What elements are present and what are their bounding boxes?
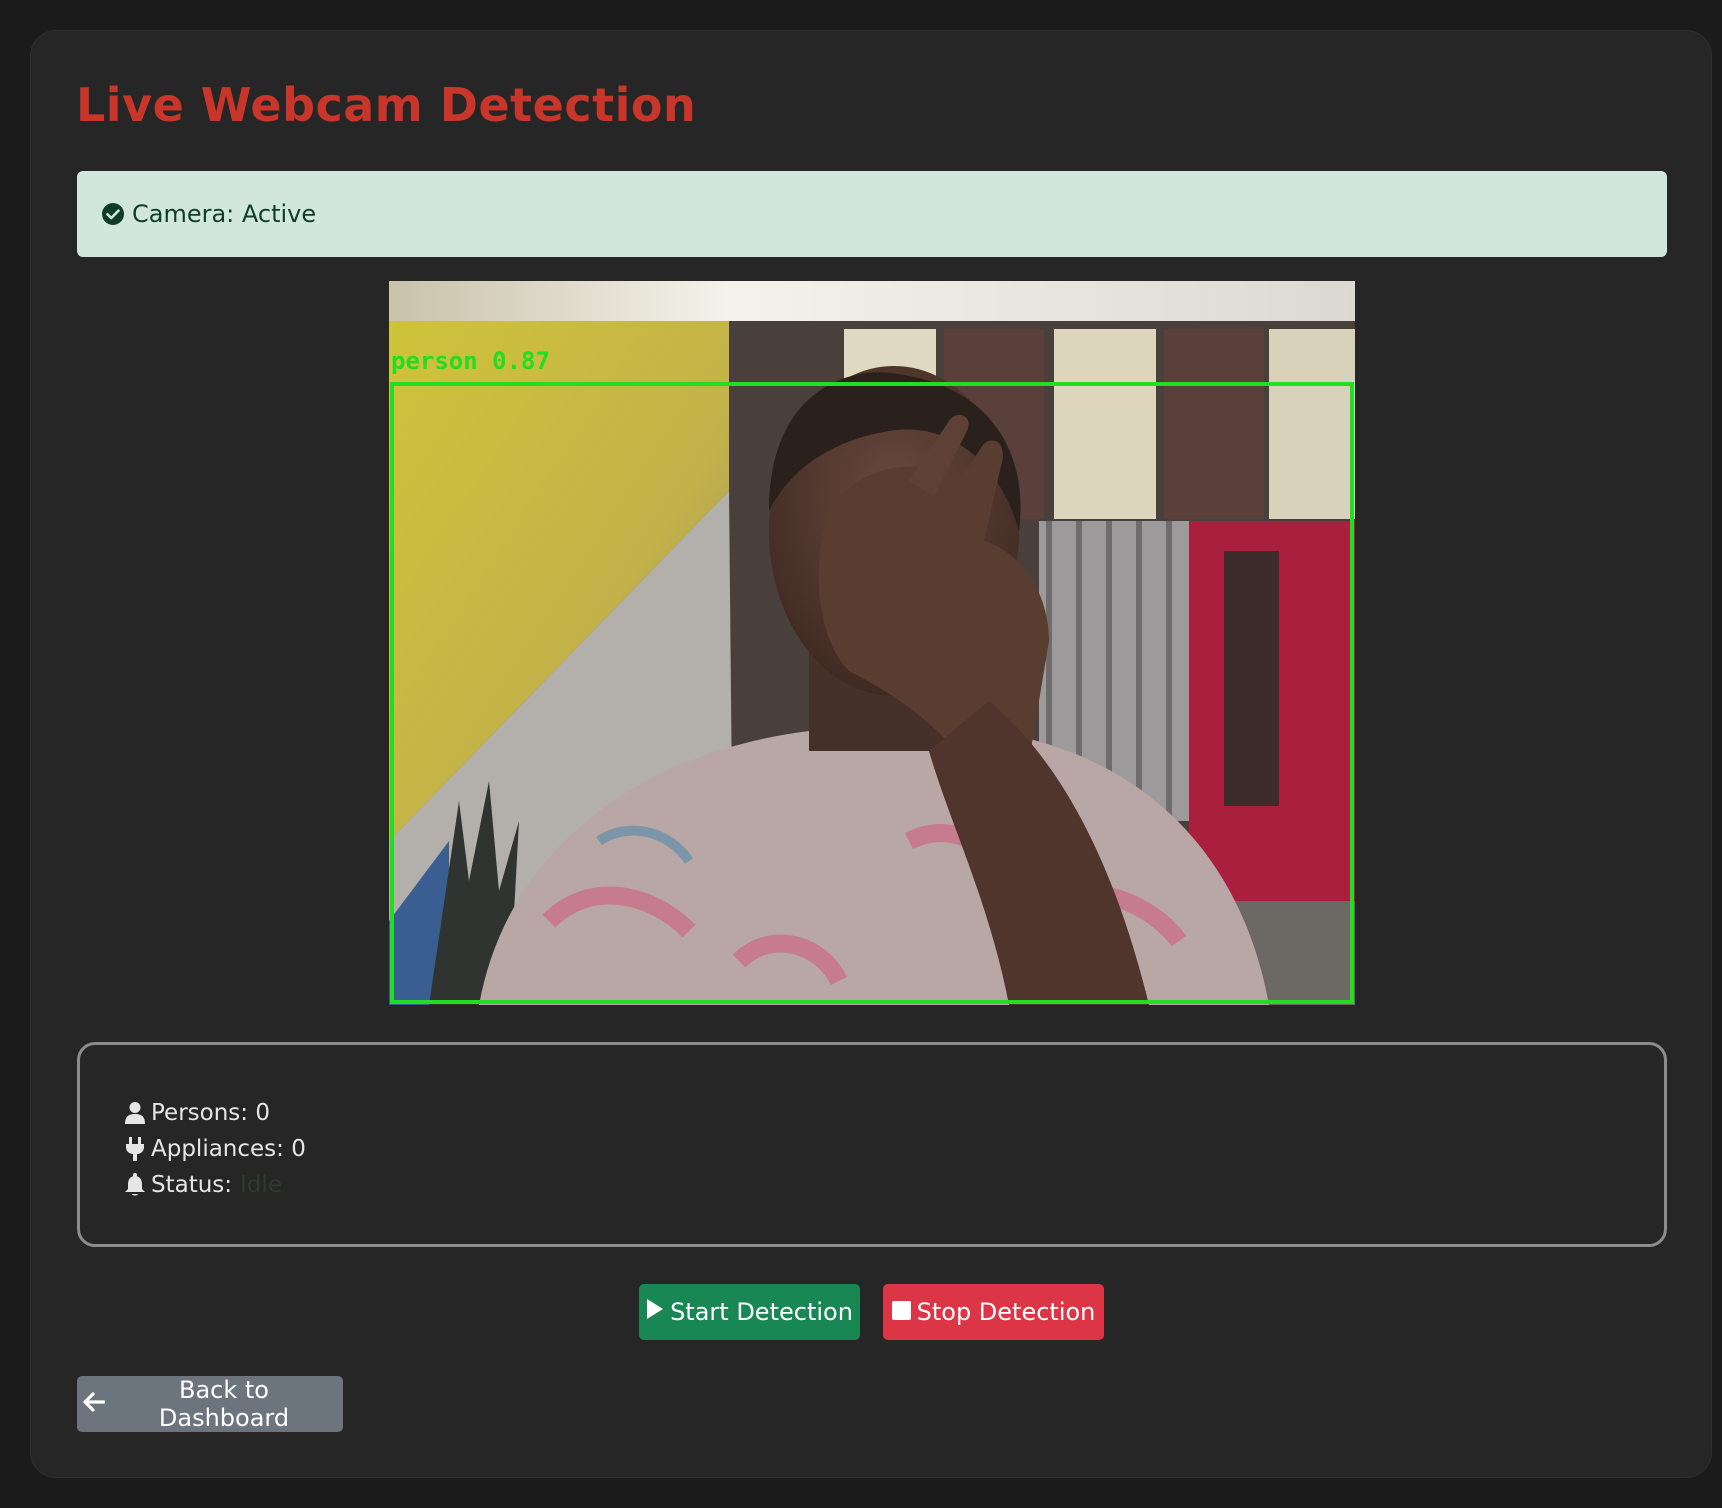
appliances-stat: Appliances: 0 xyxy=(124,1131,1664,1167)
status-label: Status: xyxy=(151,1172,233,1198)
back-to-dashboard-label: Back to Dashboard xyxy=(158,1376,290,1432)
plug-icon xyxy=(124,1137,146,1161)
status-stat: Status: Idle xyxy=(124,1167,1664,1203)
stop-icon xyxy=(891,1298,911,1326)
webcam-feed: person 0.87 xyxy=(389,281,1355,1005)
camera-status-text: Camera: Active xyxy=(132,200,317,228)
stop-detection-button[interactable]: Stop Detection xyxy=(883,1284,1104,1340)
check-circle-icon xyxy=(101,202,125,226)
play-icon xyxy=(646,1298,664,1326)
camera-status-alert: Camera: Active xyxy=(77,171,1667,257)
bell-icon xyxy=(124,1173,146,1197)
page-title: Live Webcam Detection xyxy=(76,78,697,132)
detection-card: Live Webcam Detection Camera: Active per… xyxy=(30,30,1712,1478)
detection-stats-panel: Persons: 0 Appliances: 0 Status: Idle xyxy=(77,1042,1667,1247)
detection-label: person 0.87 xyxy=(391,347,550,375)
person-icon xyxy=(124,1101,146,1125)
start-detection-button[interactable]: Start Detection xyxy=(639,1284,860,1340)
appliances-count: Appliances: 0 xyxy=(151,1136,306,1162)
start-detection-label: Start Detection xyxy=(670,1298,853,1326)
back-to-dashboard-button[interactable]: Back to Dashboard xyxy=(77,1376,343,1432)
detection-bounding-box xyxy=(390,382,1354,1004)
status-value: Idle xyxy=(240,1172,282,1198)
persons-count: Persons: 0 xyxy=(151,1100,270,1126)
persons-stat: Persons: 0 xyxy=(124,1095,1664,1131)
stop-detection-label: Stop Detection xyxy=(916,1298,1096,1326)
arrow-left-icon xyxy=(83,1390,106,1418)
